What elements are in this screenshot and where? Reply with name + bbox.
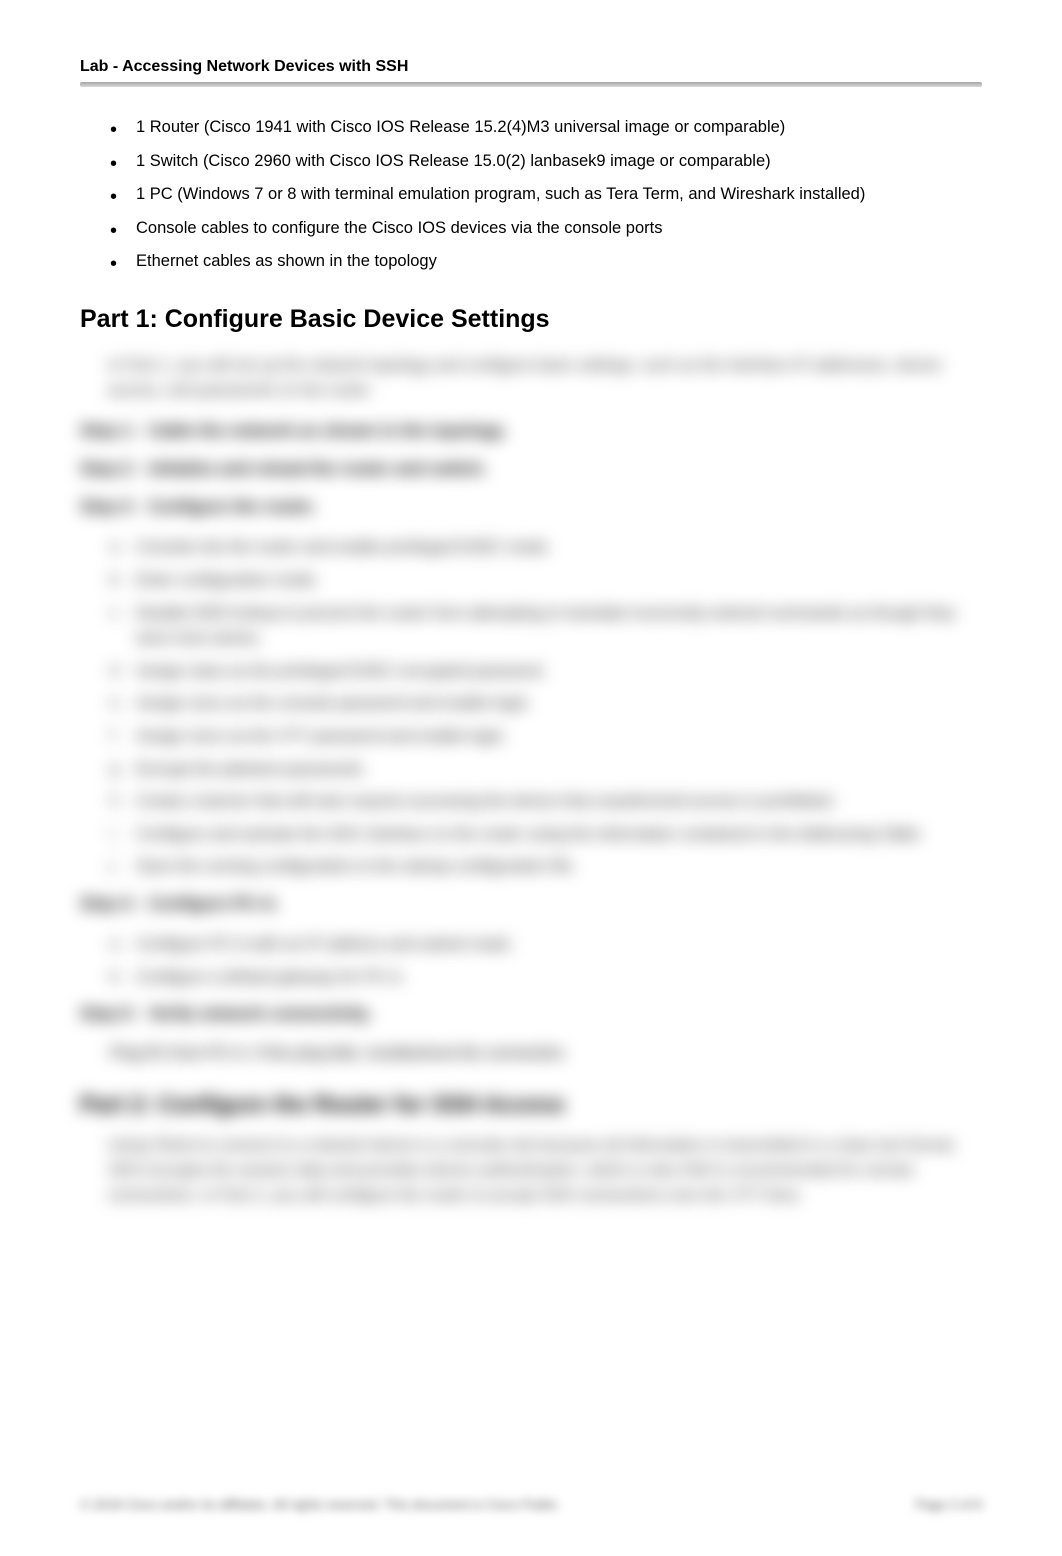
step-row: Step 5: Verify network connectivity. [80, 1004, 982, 1024]
sub-item: d.Assign class as the privileged EXEC en… [110, 659, 982, 685]
step-row: Step 4: Configure PC-A. [80, 894, 982, 914]
sub-item: h.Create a banner that will warn anyone … [110, 789, 982, 815]
part2-heading: Part 2: Configure the Router for SSH Acc… [80, 1091, 982, 1118]
sub-item: c.Disable DNS lookup to prevent the rout… [110, 601, 982, 652]
step-title: Configure PC-A. [148, 894, 279, 914]
step-label: Step 2: [80, 459, 148, 479]
sub-item: f.Assign cisco as the VTY password and e… [110, 724, 982, 750]
step-label: Step 5: [80, 1004, 148, 1024]
part2-intro: Using Telnet to connect to a network dev… [108, 1134, 982, 1208]
part1-heading: Part 1: Configure Basic Device Settings [80, 305, 982, 334]
step-label: Step 1: [80, 421, 148, 441]
step-title: Verify network connectivity. [148, 1004, 372, 1024]
step-title: Cable the network as shown in the topolo… [148, 421, 507, 441]
footer-copyright: © 2018 Cisco and/or its affiliates. All … [80, 1497, 561, 1512]
sub-item: b.Enter configuration mode. [110, 568, 982, 594]
sub-item: e.Assign cisco as the console password a… [110, 691, 982, 717]
part1-intro: In Part 1, you will set up the network t… [108, 354, 982, 404]
sub-item: j.Save the running configuration to the … [110, 854, 982, 880]
resources-list: 1 Router (Cisco 1941 with Cisco IOS Rele… [80, 115, 982, 275]
step3-sublist: a.Console into the router and enable pri… [110, 535, 982, 880]
sub-item: a.Console into the router and enable pri… [110, 535, 982, 561]
step-title: Initialize and reload the router and swi… [148, 459, 487, 479]
step5-paragraph: Ping R1 from PC-A. If the ping fails, tr… [110, 1042, 982, 1067]
sub-item: b.Configure a default gateway for PC-A. [110, 965, 982, 991]
sub-item: i.Configure and activate the G0/1 interf… [110, 822, 982, 848]
step-row: Step 1: Cable the network as shown in th… [80, 421, 982, 441]
page-header-title: Lab - Accessing Network Devices with SSH [80, 58, 982, 76]
sub-item: a.Configure PC-A with an IP address and … [110, 932, 982, 958]
step-label: Step 3: [80, 497, 148, 517]
list-item: 1 PC (Windows 7 or 8 with terminal emula… [110, 182, 982, 208]
page-footer: © 2018 Cisco and/or its affiliates. All … [80, 1497, 982, 1512]
list-item: 1 Switch (Cisco 2960 with Cisco IOS Rele… [110, 149, 982, 175]
footer-page-number: Page 2 of 8 [916, 1497, 983, 1512]
step-row: Step 3: Configure the router. [80, 497, 982, 517]
list-item: Console cables to configure the Cisco IO… [110, 216, 982, 242]
step4-sublist: a.Configure PC-A with an IP address and … [110, 932, 982, 990]
sub-item: g.Encrypt the plaintext passwords. [110, 757, 982, 783]
list-item: 1 Router (Cisco 1941 with Cisco IOS Rele… [110, 115, 982, 141]
step-label: Step 4: [80, 894, 148, 914]
blurred-content: In Part 1, you will set up the network t… [80, 354, 982, 1209]
step-title: Configure the router. [148, 497, 316, 517]
list-item: Ethernet cables as shown in the topology [110, 249, 982, 275]
header-divider [80, 82, 982, 87]
step-row: Step 2: Initialize and reload the router… [80, 459, 982, 479]
